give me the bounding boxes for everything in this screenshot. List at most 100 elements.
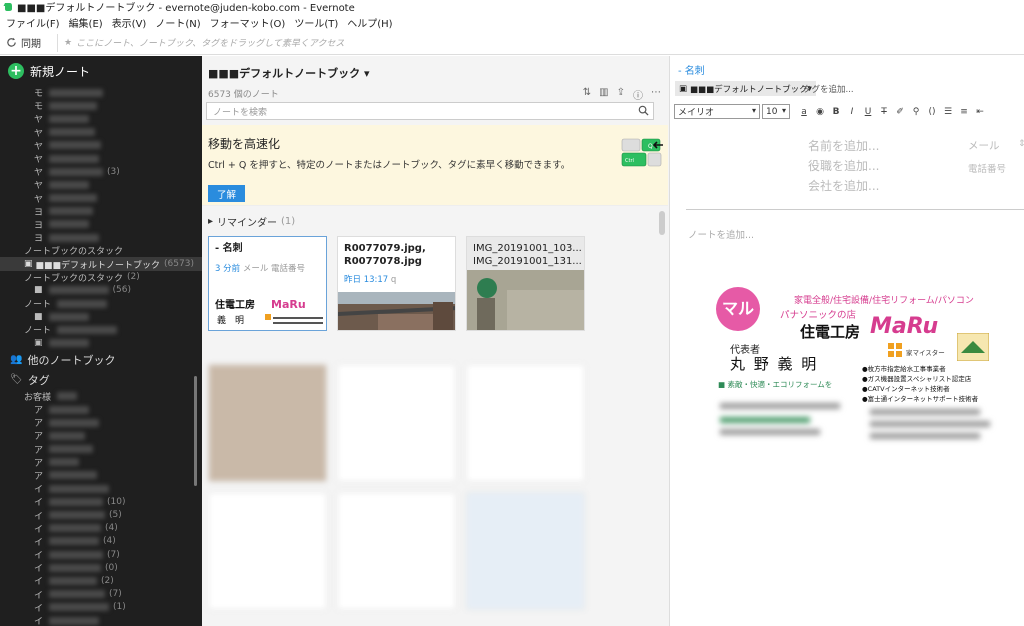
sidebar-shortcut-item[interactable]: ヤ (3) (0, 165, 202, 179)
tag-item[interactable]: イ (5) (0, 508, 202, 522)
list-icon[interactable]: ☰ (940, 107, 956, 117)
tag-item[interactable]: ア (0, 416, 202, 429)
notebook-prefix: ノート (24, 326, 52, 337)
sync-button[interactable]: 同期 (6, 35, 41, 50)
tag-item[interactable]: イ (2) (0, 574, 202, 588)
chevron-down-icon[interactable]: ⇕ (1018, 139, 1024, 149)
tag-item[interactable]: お客様 (0, 390, 202, 403)
tag-item[interactable]: ア (0, 403, 202, 416)
sidebar-item-default-notebook[interactable]: ▣ ■■■デフォルトノートブック (6573) (0, 257, 202, 271)
sidebar-shortcut-item[interactable]: モ (0, 99, 202, 112)
sidebar-shortcut-item[interactable]: ヤ (0, 139, 202, 152)
sidebar-shortcut-item[interactable]: ヨ (0, 231, 202, 244)
strikethrough-icon[interactable]: T (876, 107, 892, 117)
tag-item[interactable]: ア (0, 469, 202, 482)
note-card-blurred[interactable] (337, 492, 456, 610)
eraser-icon[interactable]: ✐ (892, 107, 908, 117)
menu-tools[interactable]: ツール(T) (294, 15, 338, 30)
menu-edit[interactable]: 編集(E) (69, 15, 103, 30)
text-color-icon[interactable]: a (796, 107, 812, 117)
notebook-stack-label: ノートブックのスタック (24, 247, 124, 258)
menu-help[interactable]: ヘルプ(H) (347, 15, 392, 30)
note-list-scrollbar[interactable] (659, 211, 665, 235)
company-field[interactable]: 会社を追加... (808, 177, 879, 194)
tag-item[interactable]: イ (0, 482, 202, 495)
blurred-text (57, 392, 78, 401)
tag-item[interactable]: ア (0, 456, 202, 469)
note-card-blurred[interactable] (208, 364, 327, 482)
italic-icon[interactable]: I (844, 107, 860, 117)
font-select[interactable]: メイリオ ▾ (674, 104, 760, 119)
sidebar-notebook-item[interactable]: ノート (0, 323, 202, 336)
tag-item[interactable]: ア (0, 443, 202, 456)
tag-item[interactable]: イ (0, 614, 202, 626)
note-card-blurred[interactable] (466, 492, 585, 610)
underline-icon[interactable]: U (860, 107, 876, 117)
notebook-stack-count: (2) (127, 272, 140, 283)
tag-item[interactable]: イ (4) (0, 535, 202, 548)
notebook-title[interactable]: ■■■デフォルトノートブック ▾ (208, 65, 370, 81)
note-card-blurred[interactable] (337, 364, 456, 482)
shortcut-prefix: ヨ (34, 234, 44, 245)
note-body-placeholder[interactable]: ノートを追加... (688, 227, 754, 241)
indent-icon[interactable]: ⇤ (972, 107, 988, 117)
share-icon[interactable]: ⇪ (617, 87, 625, 102)
note-card-blurred[interactable] (466, 364, 585, 482)
menu-file[interactable]: ファイル(F) (6, 15, 60, 30)
link-icon[interactable]: ⚲ (908, 107, 924, 117)
sidebar-shortcut-item[interactable]: ヤ (0, 152, 202, 165)
tag-input[interactable]: タグを追加... (803, 83, 854, 95)
more-icon[interactable]: ⋯ (651, 87, 661, 102)
notebook-stack-row[interactable]: ノートブックのスタック (0, 244, 202, 257)
menu-note[interactable]: ノート(N) (155, 15, 200, 30)
tag-item[interactable]: イ (10) (0, 495, 202, 509)
sidebar-tags[interactable]: 🏷 タグ (0, 370, 202, 390)
sidebar-notebook-item[interactable]: ノート (0, 297, 202, 310)
size-select[interactable]: 10 ▾ (762, 104, 790, 119)
blurred-text (49, 167, 104, 176)
shortcut-drop-zone[interactable]: ★ ここにノート、ノートブック、タグをドラッグして素早くアクセス (57, 33, 997, 52)
sort-icon[interactable]: ⇅ (583, 87, 591, 102)
sidebar-notebook-item[interactable]: ■ (56) (0, 284, 202, 297)
bold-icon[interactable]: B (828, 107, 844, 117)
notebook-stack-row-2[interactable]: ノートブックのスタック (2) (0, 271, 202, 284)
reminders-toggle[interactable]: ▸ リマインダー (1) (208, 214, 295, 229)
view-mode-icon[interactable]: ▥ (599, 87, 608, 102)
tag-item[interactable]: イ (7) (0, 548, 202, 562)
sidebar-other-notebooks[interactable]: 👥 他のノートブック (0, 350, 202, 370)
sidebar-shortcut-item[interactable]: モ (0, 86, 202, 99)
sidebar-shortcut-item[interactable]: ヤ (0, 192, 202, 205)
note-card-blurred[interactable] (208, 492, 327, 610)
menu-format[interactable]: フォーマット(O) (210, 15, 286, 30)
name-field[interactable]: 名前を追加... (808, 137, 879, 154)
menu-view[interactable]: 表示(V) (112, 15, 147, 30)
sidebar-shortcut-item[interactable]: ヤ (0, 178, 202, 191)
card-license-2: ●ガス機器設置スペシャリスト認定店 (862, 375, 972, 383)
tag-item[interactable]: ア (0, 429, 202, 442)
sidebar-notebook-item[interactable]: ■ (0, 310, 202, 323)
note-card[interactable]: IMG_20191001_103... IMG_20191001_131... (466, 236, 585, 331)
tag-item[interactable]: イ (0) (0, 561, 202, 575)
highlight-icon[interactable]: ◉ (812, 107, 828, 117)
sidebar-shortcut-item[interactable]: ヤ (0, 126, 202, 139)
tag-item[interactable]: イ (4) (0, 522, 202, 535)
tip-dismiss-button[interactable]: 了解 (208, 185, 245, 202)
role-field[interactable]: 役職を追加... (808, 157, 879, 174)
sidebar-shortcut-item[interactable]: ヨ (0, 218, 202, 231)
tag-item[interactable]: イ (1) (0, 601, 202, 614)
notebook-selector[interactable]: ▣ ■■■デフォルトノートブック ▾ (675, 81, 816, 96)
sidebar-shortcut-item[interactable]: ヨ (0, 205, 202, 218)
note-title-input[interactable]: - 名刺 (678, 62, 705, 77)
note-card[interactable]: R0077079.jpg, R0077078.jpg 昨日 13:17 q (337, 236, 456, 331)
note-card[interactable]: - 名刺 3 分前 メール 電話番号 住電工房 MaRu 義 明 (208, 236, 327, 331)
sidebar-scrollbar[interactable] (194, 376, 197, 486)
note-search-input[interactable]: ノートを検索 (206, 102, 654, 120)
align-icon[interactable]: ≡ (956, 107, 972, 117)
sidebar-shortcut-item[interactable]: ヤ (0, 112, 202, 125)
new-note-button[interactable]: + 新規ノート (0, 56, 202, 86)
sidebar-notebook-item[interactable]: ▣ (0, 337, 202, 350)
code-icon[interactable]: () (924, 107, 940, 117)
tag-item[interactable]: イ (7) (0, 588, 202, 601)
notebook-selector-label: ■■■デフォルトノートブック (690, 84, 808, 95)
info-icon[interactable]: ⓘ (633, 87, 643, 102)
